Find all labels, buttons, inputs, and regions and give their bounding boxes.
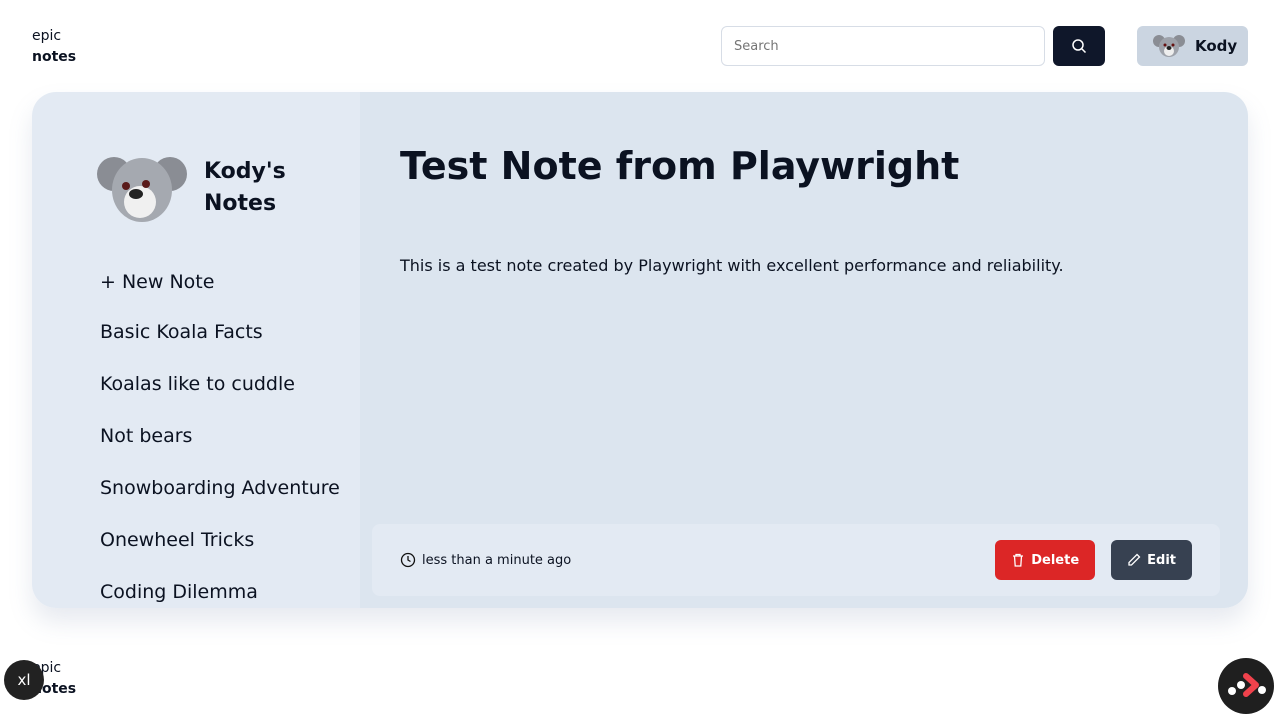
search-input[interactable]: [721, 26, 1045, 66]
edit-label: Edit: [1147, 552, 1176, 568]
devtools-button[interactable]: [1218, 658, 1274, 714]
sidebar: Kody's Notes + New Note Basic Koala Fact…: [32, 92, 360, 608]
avatar: [1153, 35, 1185, 57]
note-content: This is a test note created by Playwrigh…: [400, 256, 1064, 275]
notes-nav: + New Note Basic Koala Facts Koalas like…: [96, 256, 360, 608]
notes-card: Kody's Notes + New Note Basic Koala Fact…: [32, 92, 1248, 608]
note-link[interactable]: Onewheel Tricks: [96, 514, 360, 566]
logo-top: epic: [32, 28, 62, 44]
owner-header: Kody's Notes: [96, 150, 360, 226]
note-title: Test Note from Playwright: [400, 144, 960, 188]
dev-badge: xl: [4, 660, 44, 700]
trash-icon: [1013, 553, 1024, 567]
devtools-icon: [1228, 673, 1266, 697]
owner-title: Kody's Notes: [204, 159, 286, 216]
logo[interactable]: epic notes: [32, 26, 76, 68]
user-menu-button[interactable]: Kody: [1137, 26, 1248, 66]
clock-icon: [400, 552, 416, 568]
note-link[interactable]: Koalas like to cuddle: [96, 358, 360, 410]
user-name: Kody: [1195, 37, 1238, 55]
plus-icon: +: [100, 271, 116, 293]
note-link[interactable]: Coding Dilemma: [96, 566, 360, 608]
logo-bottom: notes: [32, 49, 77, 65]
delete-button[interactable]: Delete: [995, 540, 1096, 580]
owner-avatar: [97, 157, 187, 222]
note-link[interactable]: Not bears: [96, 410, 360, 462]
note-link[interactable]: Snowboarding Adventure: [96, 462, 360, 514]
note-footer: less than a minute ago Delete Edit: [372, 524, 1220, 596]
pencil-icon: [1128, 553, 1141, 566]
search-button[interactable]: [1053, 26, 1105, 66]
delete-label: Delete: [1031, 552, 1080, 568]
new-note-link[interactable]: + New Note: [96, 256, 360, 306]
note-link[interactable]: Basic Koala Facts: [96, 306, 360, 358]
edit-button[interactable]: Edit: [1111, 540, 1192, 580]
new-note-label: New Note: [121, 271, 215, 293]
updated-time: less than a minute ago: [422, 552, 572, 568]
search-icon: [1072, 39, 1087, 54]
note-view: Test Note from Playwright This is a test…: [360, 92, 1248, 608]
